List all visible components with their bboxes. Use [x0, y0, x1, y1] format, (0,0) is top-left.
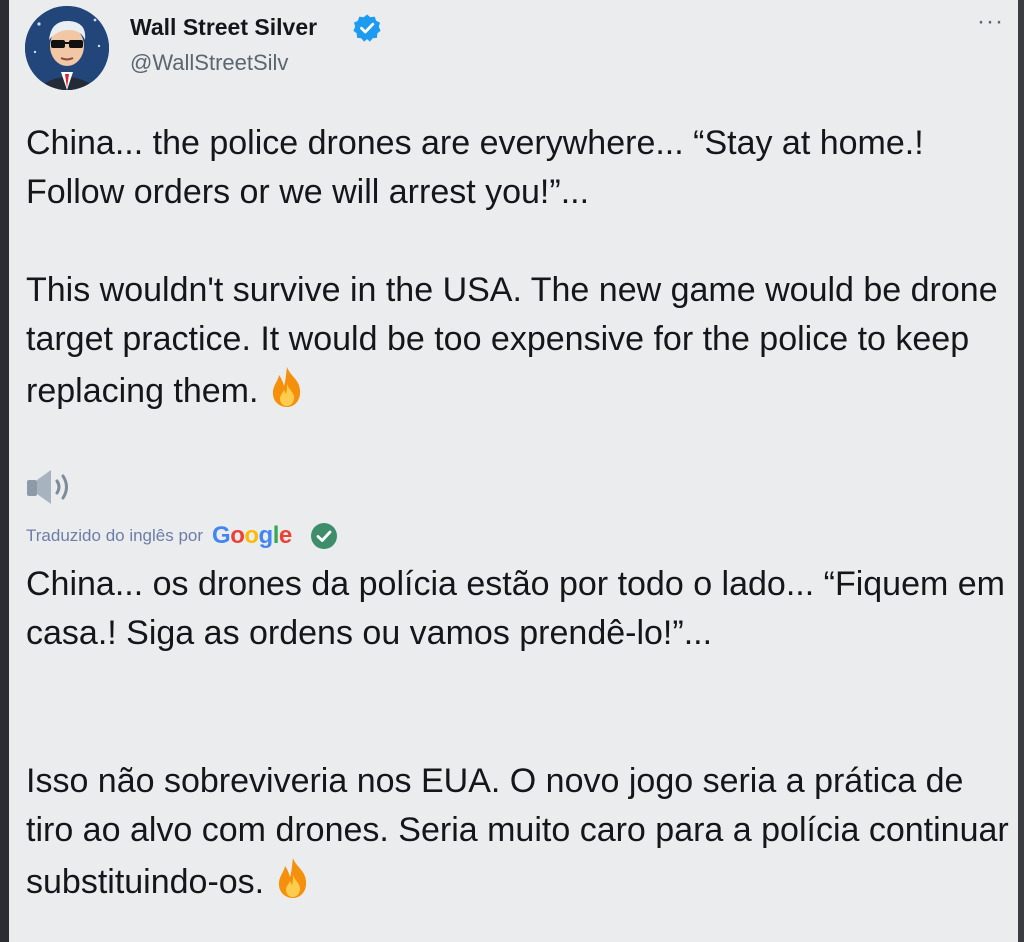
more-options-icon[interactable]: ··· [977, 10, 1004, 34]
translation-label: Traduzido do inglês por [26, 526, 204, 545]
google-logo[interactable]: Google [212, 522, 292, 550]
translated-text-paragraph-1: China... os drones da polícia estão por … [26, 565, 1005, 652]
tweet-text-paragraph-1: China... the police drones are everywher… [26, 124, 924, 211]
author-display-name[interactable]: Wall Street Silver [130, 14, 317, 41]
tweet-card: Wall Street Silver @WallStreetSilv ··· C… [9, 0, 1018, 942]
fire-emoji-icon [279, 858, 307, 898]
tweet-text-paragraph-2-text: This wouldn't survive in the USA. The ne… [26, 271, 998, 410]
tweet-text-paragraph-2: This wouldn't survive in the USA. The ne… [26, 266, 1016, 416]
translated-text-paragraph-2-text: Isso não sobreviveria nos EUA. O novo jo… [26, 762, 1009, 901]
check-circle-icon [310, 523, 337, 549]
avatar[interactable] [25, 6, 109, 90]
translation-attribution: Traduzido do inglês por Google [26, 518, 339, 554]
speaker-icon[interactable] [23, 464, 81, 510]
fire-emoji-icon [273, 367, 301, 407]
screen-edge-left [0, 0, 9, 942]
screen-edge-right [1018, 0, 1024, 942]
author-handle[interactable]: @WallStreetSilv [130, 50, 288, 76]
translated-text-paragraph-2: Isso não sobreviveria nos EUA. O novo jo… [26, 757, 1016, 907]
verified-badge-icon [353, 14, 381, 42]
